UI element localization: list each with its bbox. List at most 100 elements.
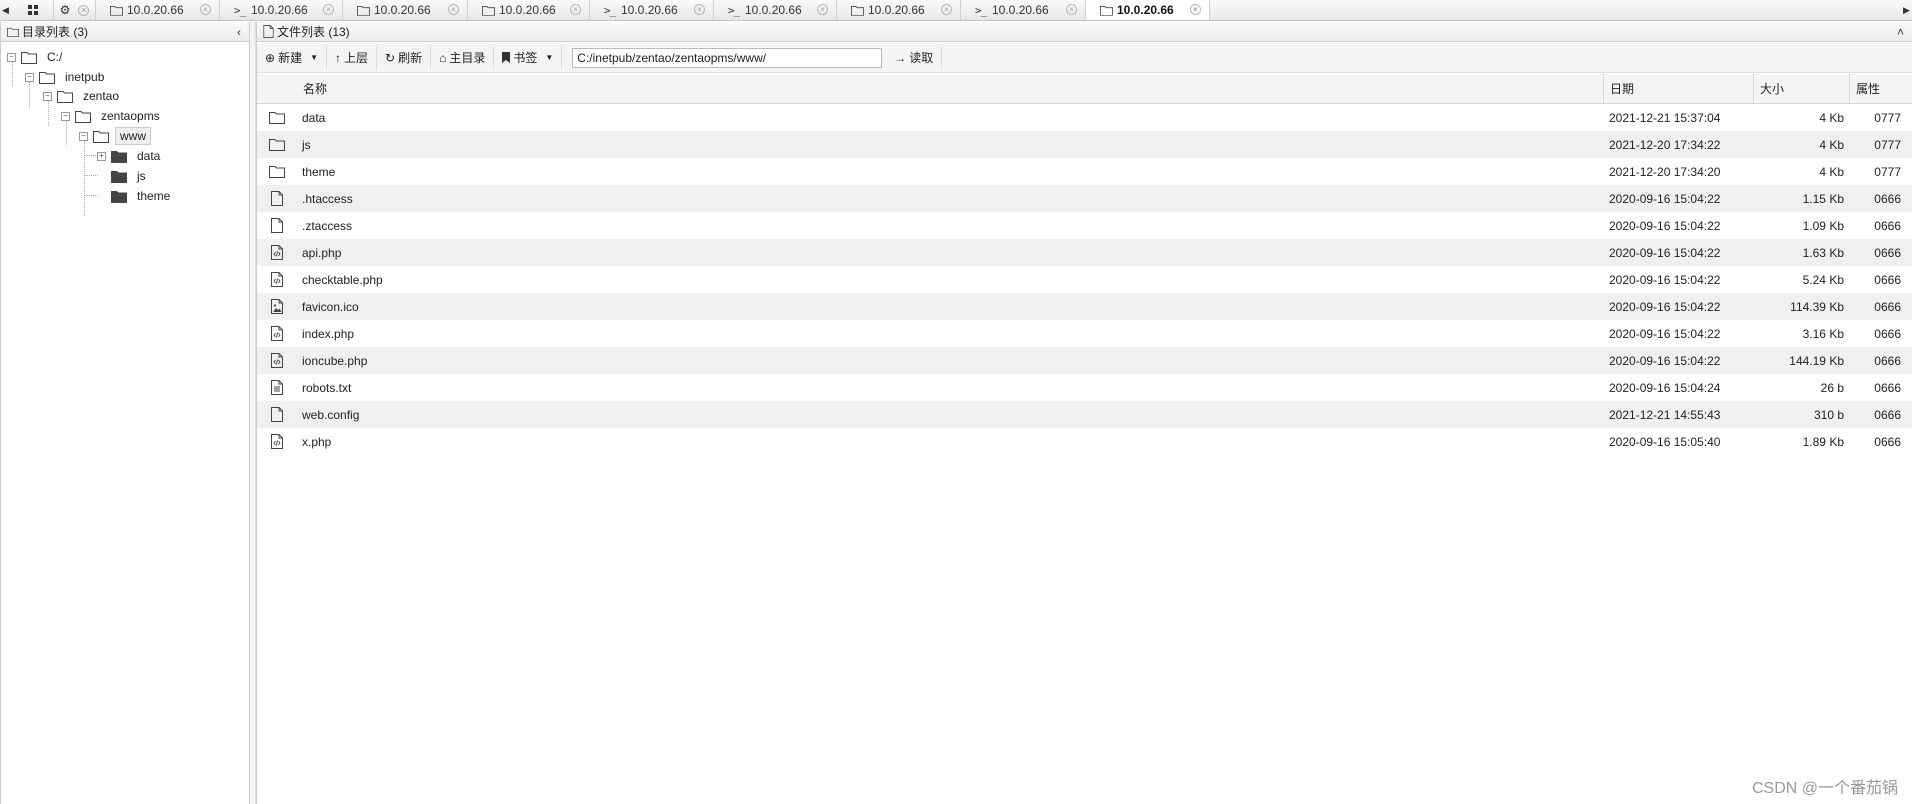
file-attr: 0666 — [1874, 380, 1901, 395]
up-button[interactable]: ↑ 上层 — [327, 45, 378, 70]
file-date: 2021-12-20 17:34:22 — [1609, 137, 1721, 152]
tab-5[interactable]: >_ 10.0.20.66 × — [590, 0, 714, 20]
read-button[interactable]: → 读取 — [886, 45, 943, 70]
directory-panel: 目录列表 (3) ‹ − C:/ − inetpub − zentao − ze… — [0, 22, 250, 804]
scroll-left-icon[interactable]: ◀ — [0, 0, 11, 20]
image-file-icon — [257, 299, 297, 314]
terminal-icon: >_ — [604, 3, 616, 17]
tree-node-zentaopms[interactable]: − zentaopms — [61, 106, 164, 126]
column-header-attr[interactable]: 属性 — [1849, 74, 1912, 103]
file-size: 310 b — [1813, 407, 1844, 422]
close-icon[interactable]: × — [570, 4, 581, 15]
home-button[interactable]: ⌂ 主目录 — [431, 45, 495, 70]
file-name: robots.txt — [302, 380, 352, 395]
terminal-icon: >_ — [728, 3, 740, 17]
tree-node-theme[interactable]: theme — [111, 186, 174, 206]
close-icon[interactable]: × — [1190, 4, 1201, 15]
file-row[interactable]: web.config 2021-12-21 14:55:43 310 b 0666 — [257, 401, 1912, 428]
tree-node-zentao[interactable]: − zentao — [43, 86, 123, 106]
folder-icon — [7, 27, 19, 37]
collapse-icon[interactable]: − — [61, 111, 70, 121]
column-header-date[interactable]: 日期 — [1603, 74, 1753, 103]
tree-node-label: zentaopms — [101, 109, 160, 123]
tab-1[interactable]: 10.0.20.66 × — [96, 0, 220, 20]
caret-down-icon: ▼ — [310, 53, 318, 62]
file-name: js — [302, 137, 311, 152]
expand-icon[interactable]: + — [97, 151, 106, 161]
file-date: 2020-09-16 15:04:22 — [1609, 245, 1721, 260]
close-icon[interactable]: × — [941, 4, 952, 15]
file-panel: 文件列表 (13) ˄ ⊕ 新建 ▼ ↑ 上层 ↻ 刷新 ⌂ 主目录 书签 ▼ — [256, 22, 1912, 804]
collapse-icon[interactable]: − — [7, 52, 16, 62]
file-row[interactable]: .ztaccess 2020-09-16 15:04:22 1.09 Kb 0666 — [257, 212, 1912, 239]
file-row[interactable]: js 2021-12-20 17:34:22 4 Kb 0777 — [257, 131, 1912, 158]
tab-label: 10.0.20.66 — [1117, 3, 1174, 17]
close-icon[interactable]: × — [448, 4, 459, 15]
file-attr: 0666 — [1874, 299, 1901, 314]
tree-node-inetpub[interactable]: − inetpub — [25, 67, 108, 87]
file-row[interactable]: index.php 2020-09-16 15:04:22 3.16 Kb 0666 — [257, 320, 1912, 347]
close-icon[interactable]: × — [200, 4, 211, 15]
file-row[interactable]: robots.txt 2020-09-16 15:04:24 26 b 0666 — [257, 374, 1912, 401]
tab-8[interactable]: >_ 10.0.20.66 × — [961, 0, 1086, 20]
gear-icon: ⚙ — [59, 3, 71, 17]
file-attr: 0777 — [1874, 110, 1901, 125]
column-header-size[interactable]: 大小 — [1753, 74, 1849, 103]
close-icon[interactable]: × — [817, 4, 828, 15]
directory-panel-header: 目录列表 (3) ‹ — [1, 22, 249, 42]
file-name: x.php — [302, 434, 332, 449]
folder-open-icon — [39, 71, 55, 84]
tree-node-c[interactable]: − C:/ — [7, 47, 66, 67]
tree-node-www[interactable]: − www — [79, 126, 151, 146]
file-row[interactable]: ioncube.php 2020-09-16 15:04:22 144.19 Kb 0… — [257, 347, 1912, 374]
tree-node-data[interactable]: + data — [97, 146, 164, 166]
refresh-button[interactable]: ↻ 刷新 — [377, 45, 432, 70]
tab-2[interactable]: >_ 10.0.20.66 × — [220, 0, 343, 20]
file-row[interactable]: api.php 2020-09-16 15:04:22 1.63 Kb 0666 — [257, 239, 1912, 266]
refresh-icon: ↻ — [385, 50, 396, 65]
file-row[interactable]: theme 2021-12-20 17:34:20 4 Kb 0777 — [257, 158, 1912, 185]
tab-7[interactable]: 10.0.20.66 × — [837, 0, 961, 20]
path-input[interactable] — [572, 47, 883, 68]
read-button-label: 读取 — [909, 51, 934, 65]
bookmark-button[interactable]: 书签 ▼ — [494, 45, 563, 70]
file-size: 1.09 Kb — [1802, 218, 1844, 233]
folder-open-icon — [75, 110, 91, 123]
folder-open-icon — [93, 130, 109, 143]
folder-icon — [257, 165, 297, 178]
tab-3[interactable]: 10.0.20.66 × — [343, 0, 468, 20]
file-row[interactable]: data 2021-12-21 15:37:04 4 Kb 0777 — [257, 104, 1912, 131]
close-icon[interactable]: × — [78, 4, 90, 16]
tree-node-js[interactable]: js — [111, 166, 150, 186]
file-row[interactable]: favicon.ico 2020-09-16 15:04:22 114.39 Kb 0… — [257, 293, 1912, 320]
close-icon[interactable]: × — [1066, 4, 1077, 15]
file-name: .ztaccess — [302, 218, 353, 233]
file-panel-title: 文件列表 (13) — [277, 25, 350, 39]
up-button-label: 上层 — [344, 51, 369, 65]
settings-tab[interactable]: ⚙ × — [54, 0, 96, 20]
dashboard-button[interactable] — [12, 0, 54, 20]
tab-4[interactable]: 10.0.20.66 × — [468, 0, 590, 20]
close-icon[interactable]: × — [323, 4, 334, 15]
file-rows: data 2021-12-21 15:37:04 4 Kb 0777 js 2021-12… — [257, 104, 1912, 455]
folder-open-icon — [21, 51, 37, 64]
file-row[interactable]: x.php 2020-09-16 15:05:40 1.89 Kb 0666 — [257, 428, 1912, 455]
file-row[interactable]: checktable.php 2020-09-16 15:04:22 5.24 Kb… — [257, 266, 1912, 293]
new-button[interactable]: ⊕ 新建 ▼ — [257, 45, 327, 70]
file-name: theme — [302, 164, 336, 179]
tab-9[interactable]: 10.0.20.66 × — [1086, 0, 1210, 20]
close-icon[interactable]: × — [694, 4, 705, 15]
column-header-name[interactable]: 名称 — [297, 74, 1603, 103]
collapse-icon[interactable]: − — [79, 131, 88, 141]
scroll-right-icon[interactable]: ▶ — [1901, 0, 1912, 20]
file-row[interactable]: .htaccess 2020-09-16 15:04:22 1.15 Kb 0666 — [257, 185, 1912, 212]
file-attr: 0666 — [1874, 434, 1901, 449]
code-file-icon — [257, 353, 297, 368]
collapse-panel-icon[interactable]: ‹ — [237, 25, 241, 39]
collapse-icon[interactable]: − — [25, 72, 34, 82]
tab-6[interactable]: >_ 10.0.20.66 × — [714, 0, 837, 20]
collapse-icon[interactable]: − — [43, 91, 52, 101]
folder-icon — [111, 170, 127, 183]
folder-icon — [257, 138, 297, 151]
collapse-panel-icon[interactable]: ˄ — [1897, 25, 1904, 39]
